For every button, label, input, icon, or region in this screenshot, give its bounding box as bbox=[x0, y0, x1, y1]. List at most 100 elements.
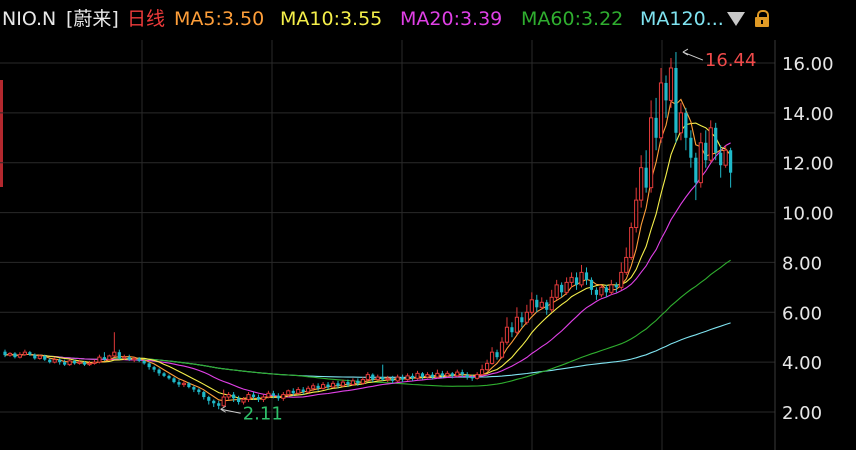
candle-body bbox=[281, 394, 286, 399]
candle-body bbox=[167, 375, 171, 379]
candle bbox=[489, 347, 495, 365]
candle bbox=[401, 374, 405, 383]
candle-body bbox=[102, 357, 106, 360]
candle-body bbox=[694, 157, 698, 183]
candle-body bbox=[489, 351, 495, 364]
candle bbox=[420, 372, 425, 380]
candle bbox=[729, 147, 733, 188]
candle-body bbox=[554, 284, 559, 298]
candle bbox=[708, 120, 713, 163]
candle bbox=[112, 332, 117, 358]
candle-body bbox=[495, 352, 499, 358]
candle-body bbox=[43, 355, 47, 360]
candle-body bbox=[391, 378, 395, 381]
candle bbox=[624, 247, 629, 275]
candle-body bbox=[365, 374, 370, 381]
candle-body bbox=[599, 286, 604, 296]
candle-body bbox=[152, 367, 156, 370]
candle-body bbox=[535, 299, 539, 308]
candle-body bbox=[112, 351, 117, 357]
candle-body bbox=[350, 380, 355, 386]
candle-body bbox=[92, 361, 97, 364]
candle bbox=[569, 272, 574, 288]
candle-body bbox=[330, 382, 336, 388]
candle-body bbox=[132, 357, 137, 361]
candle bbox=[554, 279, 559, 300]
candle bbox=[375, 374, 380, 381]
candle-body bbox=[470, 377, 474, 379]
candle-body bbox=[639, 167, 644, 201]
candle-body bbox=[420, 373, 425, 378]
y-tick-label: 16.00 bbox=[782, 54, 834, 75]
candle bbox=[599, 284, 604, 298]
candle-body bbox=[698, 142, 703, 184]
candle-body bbox=[450, 373, 454, 376]
candle bbox=[484, 359, 490, 371]
candle-body bbox=[246, 394, 251, 401]
candle-body bbox=[271, 393, 275, 396]
candle-body bbox=[192, 387, 196, 390]
candle bbox=[202, 390, 206, 400]
candle bbox=[152, 365, 156, 373]
candlestick-chart: 2.00 4.00 6.00 8.00 10.00 12.00 14.00 16.00 16.… bbox=[0, 40, 834, 450]
candle bbox=[381, 364, 385, 381]
candle-body bbox=[236, 398, 241, 403]
candle bbox=[217, 400, 221, 410]
candle bbox=[410, 373, 415, 381]
candle bbox=[560, 282, 564, 298]
candle-body bbox=[311, 385, 316, 389]
candle bbox=[167, 374, 171, 380]
candle bbox=[281, 392, 286, 401]
candle-body bbox=[276, 395, 280, 399]
candle bbox=[395, 374, 400, 383]
annotation-arrow bbox=[682, 48, 689, 56]
candle-body bbox=[545, 302, 549, 310]
candle-body bbox=[455, 371, 460, 377]
candle bbox=[276, 393, 280, 401]
candle bbox=[668, 58, 674, 108]
candle-body bbox=[729, 150, 733, 173]
candle-body bbox=[346, 382, 350, 385]
candle bbox=[654, 97, 658, 151]
candle bbox=[67, 359, 72, 366]
candle bbox=[301, 387, 305, 395]
candle-body bbox=[221, 396, 226, 407]
candle bbox=[619, 262, 624, 290]
candle-body bbox=[7, 352, 13, 356]
candle-body bbox=[107, 355, 112, 361]
candle-body bbox=[619, 271, 624, 288]
candle bbox=[212, 399, 216, 408]
candle-body bbox=[371, 374, 375, 380]
candle-body bbox=[499, 341, 505, 358]
candle bbox=[520, 312, 524, 328]
candle-body bbox=[137, 358, 141, 361]
candle-body bbox=[217, 403, 221, 406]
candle-body bbox=[539, 301, 544, 308]
candle-body bbox=[381, 377, 385, 380]
candle-body bbox=[704, 142, 708, 161]
candle-body bbox=[629, 227, 634, 258]
candle-body bbox=[520, 317, 524, 323]
candle-body bbox=[266, 392, 271, 398]
candle bbox=[549, 289, 554, 313]
candle-body bbox=[475, 374, 480, 379]
candle bbox=[63, 359, 67, 366]
candle bbox=[197, 388, 201, 395]
candle bbox=[495, 349, 499, 360]
candle-body bbox=[484, 362, 490, 371]
candle-body bbox=[634, 199, 639, 229]
candle bbox=[261, 394, 266, 403]
candle bbox=[455, 369, 460, 378]
candle bbox=[33, 353, 37, 360]
candle bbox=[564, 277, 569, 295]
candle-body bbox=[172, 378, 176, 383]
candle bbox=[535, 294, 539, 313]
candle-body bbox=[510, 327, 514, 333]
candle-body bbox=[181, 382, 187, 386]
candle-body bbox=[296, 389, 301, 394]
candle bbox=[371, 373, 375, 383]
candle bbox=[594, 287, 599, 300]
candle-body bbox=[127, 357, 131, 360]
candle-body bbox=[564, 281, 569, 293]
candle bbox=[435, 369, 440, 379]
